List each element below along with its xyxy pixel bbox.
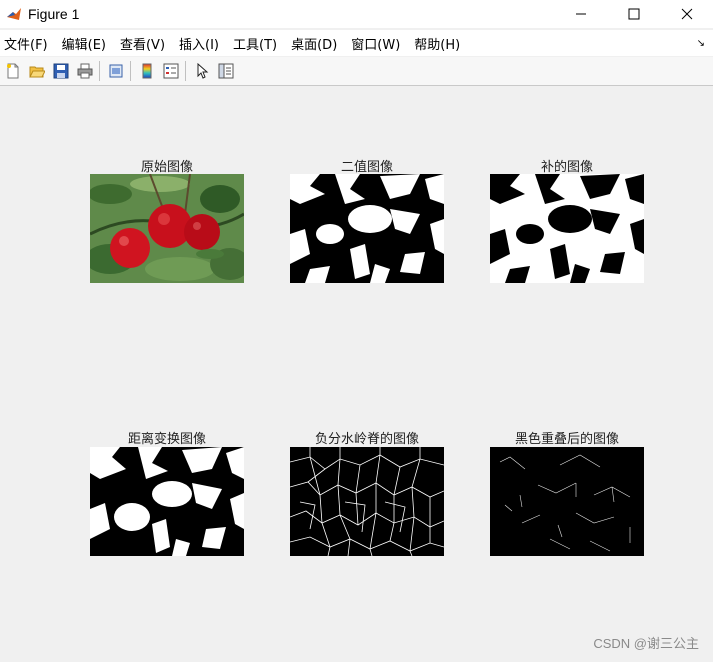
black-overlay-image[interactable] — [490, 447, 644, 556]
menu-bar: 文件(F) 编辑(E) 查看(V) 插入(I) 工具(T) 桌面(D) 窗口(W… — [0, 30, 713, 56]
new-figure-button[interactable] — [2, 60, 24, 82]
insert-legend-button[interactable] — [160, 60, 182, 82]
edit-plot-arrow-icon — [197, 63, 209, 79]
axes-title-complement: 补的图像 — [540, 160, 593, 175]
toolbar — [0, 57, 713, 86]
maximize-icon — [628, 8, 639, 20]
link-plot-button[interactable] — [105, 60, 127, 82]
menu-insert[interactable]: 插入(I) — [172, 34, 226, 53]
toolbar-separator — [130, 61, 131, 81]
axes-title-original: 原始图像 — [140, 160, 193, 175]
title-bar: Figure 1 — [0, 0, 713, 28]
open-folder-icon — [29, 66, 45, 78]
menu-desktop[interactable]: 桌面(D) — [284, 34, 344, 53]
menu-window[interactable]: 窗口(W) — [344, 34, 407, 53]
menu-edit[interactable]: 编辑(E) — [55, 34, 113, 53]
property-inspector-icon — [218, 63, 234, 79]
new-figure-icon — [7, 63, 19, 79]
axes-title-distance: 距离变换图像 — [127, 432, 206, 447]
insert-colorbar-icon — [142, 63, 152, 79]
axes-title-overlay: 黑色重叠后的图像 — [514, 432, 619, 447]
print-button[interactable] — [74, 60, 96, 82]
maximize-button[interactable] — [607, 0, 660, 28]
print-icon — [77, 63, 93, 79]
watermark: CSDN @谢三公主 — [593, 636, 699, 651]
distance-transform-image[interactable] — [90, 447, 244, 556]
link-plot-icon — [109, 64, 123, 78]
property-inspector-button[interactable] — [215, 60, 237, 82]
axes-title-ridges: 负分水岭脊的图像 — [314, 432, 419, 447]
close-icon — [681, 8, 692, 20]
menu-help[interactable]: 帮助(H) — [407, 34, 467, 53]
open-button[interactable] — [26, 60, 48, 82]
save-button[interactable] — [50, 60, 72, 82]
insert-legend-icon — [163, 63, 179, 79]
menu-view[interactable]: 查看(V) — [113, 34, 172, 53]
minimize-icon — [575, 13, 586, 15]
toolbar-separator — [99, 61, 100, 81]
original-image[interactable] — [90, 174, 244, 283]
toolbar-separator — [185, 61, 186, 81]
menu-file[interactable]: 文件(F) — [0, 34, 55, 53]
axes-title-binary: 二值图像 — [340, 160, 393, 175]
watershed-ridges-image[interactable] — [290, 447, 444, 556]
window-title: Figure 1 — [28, 6, 80, 22]
close-button[interactable] — [660, 0, 713, 28]
complement-image[interactable] — [490, 174, 644, 283]
minimize-button[interactable] — [554, 0, 607, 28]
edit-plot-button[interactable] — [191, 60, 213, 82]
menu-tools[interactable]: 工具(T) — [226, 34, 284, 53]
save-icon — [53, 63, 69, 79]
dock-arrow-icon[interactable]: ↘ — [697, 38, 705, 49]
matlab-logo-icon — [6, 6, 22, 22]
insert-colorbar-button[interactable] — [136, 60, 158, 82]
binary-image[interactable] — [290, 174, 444, 283]
